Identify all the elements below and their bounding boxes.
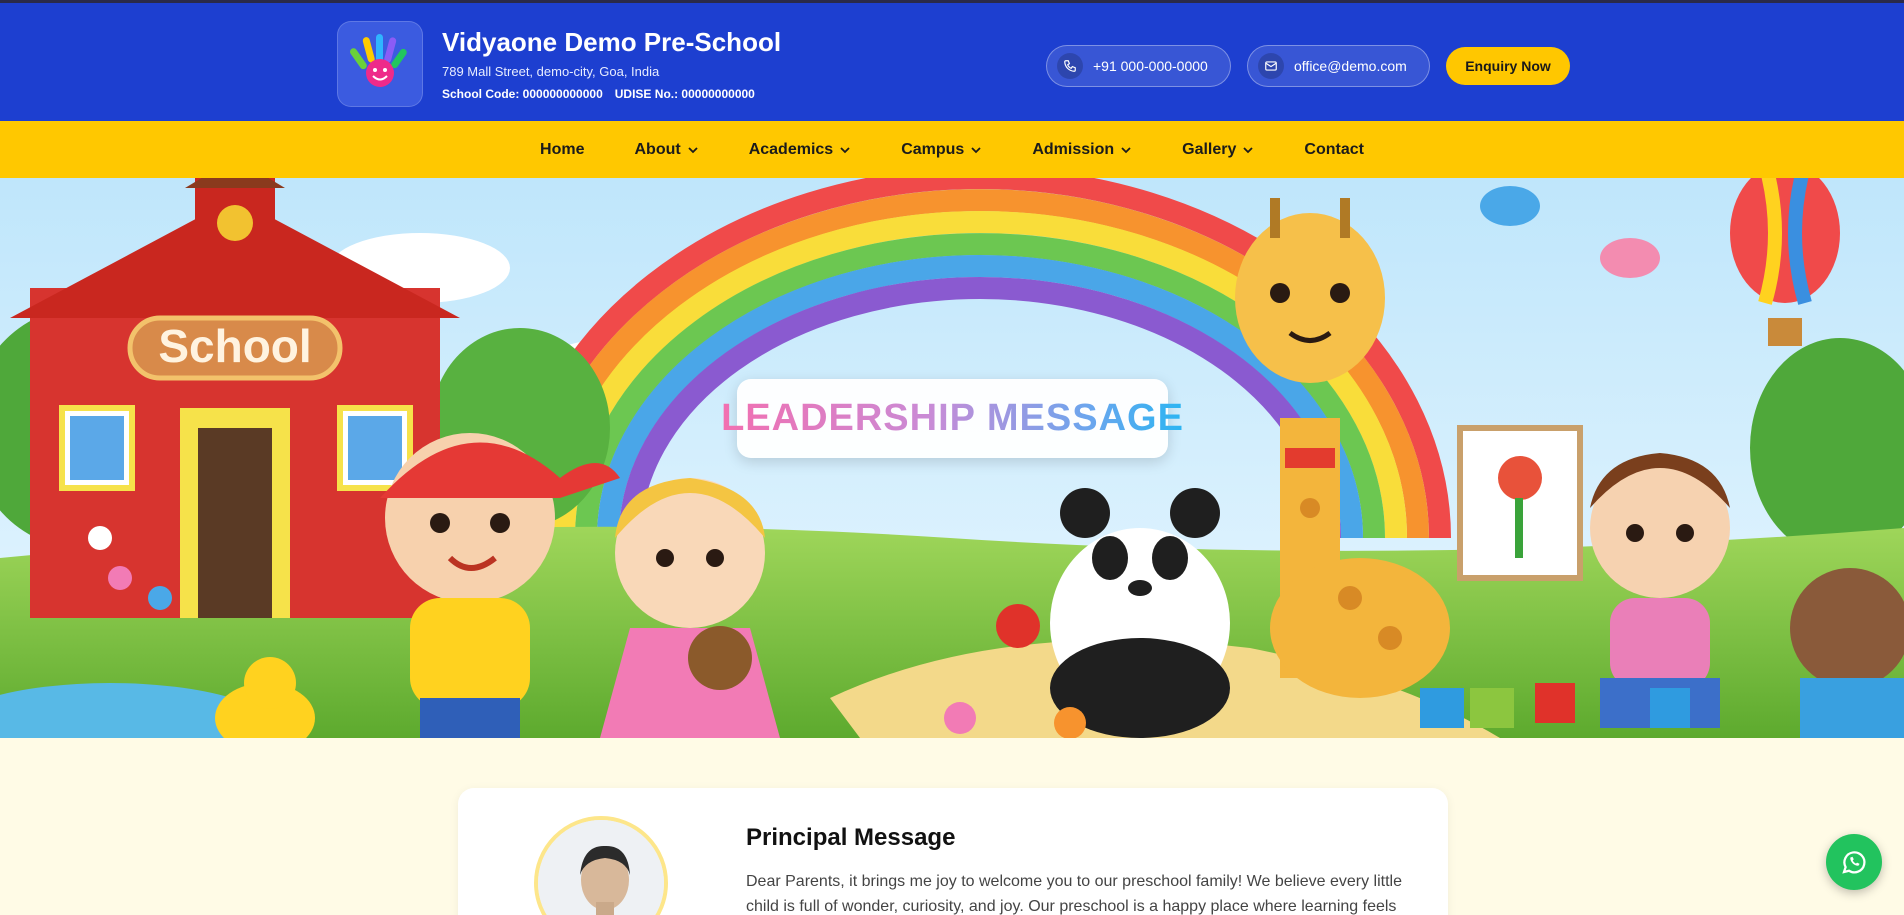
school-name[interactable]: Vidyaone Demo Pre-School — [442, 27, 781, 58]
school-logo[interactable] — [337, 21, 423, 107]
hand-logo-icon — [350, 34, 407, 87]
school-code: School Code: 000000000000 — [442, 87, 603, 101]
principal-text: Dear Parents, it brings me joy to welcom… — [746, 873, 1402, 915]
hero-title: LEADERSHIP MESSAGE — [721, 397, 1184, 439]
phone-link[interactable]: +91 000-000-0000 — [1046, 45, 1231, 87]
chevron-down-icon — [1243, 146, 1254, 153]
hero-illustration: School — [0, 178, 1904, 738]
chevron-down-icon — [688, 146, 698, 153]
school-codes: School Code: 000000000000 UDISE No.: 000… — [442, 87, 755, 101]
nav-items: Home About Academics Campus Admission Gallery… — [0, 121, 1904, 178]
site-header: Vidyaone Demo Pre-School 789 Mall Street… — [0, 0, 1904, 121]
school-address: 789 Mall Street, demo-city, Goa, India — [442, 64, 660, 79]
udise-number: UDISE No.: 00000000000 — [614, 87, 755, 101]
principal-title: Principal Message — [746, 824, 956, 851]
mail-icon — [1258, 53, 1284, 79]
nav-item-label: Contact — [1304, 140, 1364, 158]
nav-item-admission[interactable]: Admission — [1007, 121, 1157, 178]
phone-icon — [1057, 53, 1083, 79]
nav-item-about[interactable]: About — [610, 121, 724, 178]
email-address: office@demo.com — [1294, 58, 1407, 74]
whatsapp-button[interactable] — [1826, 834, 1882, 890]
chevron-down-icon — [1121, 146, 1131, 153]
nav-item-campus[interactable]: Campus — [876, 121, 1007, 178]
school-sign-text: School — [158, 320, 311, 372]
nav-item-label: About — [634, 140, 681, 158]
chevron-down-icon — [971, 146, 981, 153]
nav-item-gallery[interactable]: Gallery — [1157, 121, 1279, 178]
email-link[interactable]: office@demo.com — [1247, 45, 1430, 87]
nav-item-label: Gallery — [1182, 140, 1237, 158]
phone-number: +91 000-000-0000 — [1093, 58, 1208, 74]
hero-title-box: LEADERSHIP MESSAGE — [721, 379, 1183, 458]
nav-item-contact[interactable]: Contact — [1279, 121, 1389, 178]
nav-item-label: Admission — [1032, 140, 1115, 158]
nav-item-academics[interactable]: Academics — [724, 121, 877, 178]
whatsapp-icon — [1842, 851, 1866, 874]
nav-item-label: Home — [540, 140, 585, 158]
enquiry-now-button[interactable]: Enquiry Now — [1446, 47, 1570, 85]
nav-item-label: Academics — [748, 140, 834, 158]
nav-item-label: Campus — [901, 140, 965, 158]
main-nav: Home About Academics Campus Admission Gallery… — [0, 121, 1904, 178]
nav-item-home[interactable]: Home — [515, 121, 609, 178]
chevron-down-icon — [840, 146, 850, 153]
hero-banner: School LEADERSHIP MESSAGE — [0, 178, 1904, 738]
